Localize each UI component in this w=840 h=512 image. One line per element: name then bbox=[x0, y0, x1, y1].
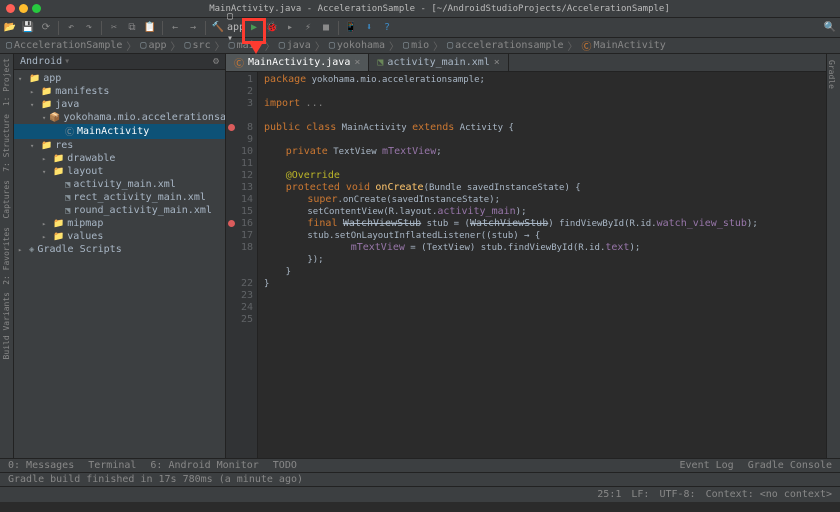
sdk-icon[interactable]: ⬇ bbox=[363, 22, 375, 34]
tool-messages[interactable]: 0: Messages bbox=[8, 460, 74, 471]
paste-icon[interactable]: 📋 bbox=[144, 22, 156, 34]
build-status: Gradle build finished in 17s 780ms (a mi… bbox=[8, 474, 303, 485]
make-icon[interactable]: 🔨 bbox=[212, 22, 224, 34]
help-icon[interactable]: ? bbox=[381, 22, 393, 34]
tree-item[interactable]: ▸📁mipmap bbox=[14, 217, 225, 230]
tree-item[interactable]: ▾📁app bbox=[14, 72, 225, 85]
context[interactable]: Context: <no context> bbox=[706, 489, 832, 500]
breadcrumb-item[interactable]: ▢java bbox=[279, 40, 311, 51]
breadcrumb-item[interactable]: ▢yokohama bbox=[329, 40, 385, 51]
open-icon[interactable]: 📂 bbox=[4, 22, 16, 34]
message-bar: Gradle build finished in 17s 780ms (a mi… bbox=[0, 472, 840, 486]
breadcrumb-item[interactable]: ▢AccelerationSample bbox=[6, 40, 122, 51]
caret-position[interactable]: 25:1 bbox=[597, 489, 621, 500]
breadcrumb-item[interactable]: ▢app bbox=[140, 40, 166, 51]
tree-item[interactable]: ▸📁manifests bbox=[14, 85, 225, 98]
config-select[interactable]: ▢ app ▾ bbox=[230, 22, 242, 34]
run-button[interactable]: ▶ bbox=[248, 22, 260, 34]
minimize-window[interactable] bbox=[19, 4, 28, 13]
copy-icon[interactable]: ⧉ bbox=[126, 22, 138, 34]
tree-item[interactable]: ⬔rect_activity_main.xml bbox=[14, 191, 225, 204]
tree-item[interactable]: ▸◈Gradle Scripts bbox=[14, 243, 225, 256]
cut-icon[interactable]: ✂ bbox=[108, 22, 120, 34]
breadcrumb-item[interactable]: ▢src bbox=[185, 40, 211, 51]
forward-icon[interactable]: → bbox=[187, 22, 199, 34]
window-title: MainActivity.java - AccelerationSample -… bbox=[45, 4, 834, 14]
tool-gradle-console[interactable]: Gradle Console bbox=[748, 460, 832, 471]
stop-icon[interactable]: ■ bbox=[320, 22, 332, 34]
undo-icon[interactable]: ↶ bbox=[65, 22, 77, 34]
code-area[interactable]: package yokohama.mio.accelerationsample;… bbox=[258, 72, 826, 458]
bottom-toolbar: 0: Messages Terminal 6: Android Monitor … bbox=[0, 458, 840, 472]
tool-terminal[interactable]: Terminal bbox=[88, 460, 136, 471]
highlight-arrow bbox=[250, 44, 262, 54]
zoom-window[interactable] bbox=[32, 4, 41, 13]
rail-structure[interactable]: 7: Structure bbox=[2, 114, 11, 172]
titlebar: MainActivity.java - AccelerationSample -… bbox=[0, 0, 840, 18]
tree-item[interactable]: ▸📁drawable bbox=[14, 152, 225, 165]
debug-icon[interactable]: 🐞 bbox=[266, 22, 278, 34]
tab-mainactivity[interactable]: ⒸMainActivity.java× bbox=[226, 54, 369, 71]
editor: ⒸMainActivity.java× ⬔activity_main.xml× … bbox=[226, 54, 826, 458]
tree-item[interactable]: ⒸMainActivity bbox=[14, 124, 225, 139]
rail-gradle[interactable]: Gradle bbox=[827, 54, 836, 89]
breadcrumb: ▢AccelerationSample〉 ▢app〉 ▢src〉 ▢main〉 … bbox=[0, 38, 840, 54]
right-rail: Gradle bbox=[826, 54, 840, 458]
project-tree: ▾📁app▸📁manifests▾📁java▾📦yokohama.mio.acc… bbox=[14, 70, 225, 458]
avd-icon[interactable]: 📱 bbox=[345, 22, 357, 34]
breadcrumb-item[interactable]: ⒸMainActivity bbox=[582, 38, 666, 53]
project-panel: Android ▾ ⚙ ▾📁app▸📁manifests▾📁java▾📦yoko… bbox=[14, 54, 226, 458]
close-window[interactable] bbox=[6, 4, 15, 13]
tree-item[interactable]: ▾📁res bbox=[14, 139, 225, 152]
search-icon[interactable]: 🔍 bbox=[824, 22, 836, 34]
tool-todo[interactable]: TODO bbox=[273, 460, 297, 471]
sync-icon[interactable]: ⟳ bbox=[40, 22, 52, 34]
tree-item[interactable]: ⬔activity_main.xml bbox=[14, 178, 225, 191]
tree-item[interactable]: ▾📁layout bbox=[14, 165, 225, 178]
left-rail: 1: Project 7: Structure Captures 2: Favo… bbox=[0, 54, 14, 458]
highlight-annotation bbox=[242, 18, 266, 44]
line-separator[interactable]: LF: bbox=[631, 489, 649, 500]
back-icon[interactable]: ← bbox=[169, 22, 181, 34]
tree-item[interactable]: ▾📦yokohama.mio.accelerationsample bbox=[14, 111, 225, 124]
rail-favorites[interactable]: 2: Favorites bbox=[2, 227, 11, 285]
redo-icon[interactable]: ↷ bbox=[83, 22, 95, 34]
tool-android-monitor[interactable]: 6: Android Monitor bbox=[150, 460, 258, 471]
breadcrumb-item[interactable]: ▢accelerationsample bbox=[447, 40, 563, 51]
rail-project[interactable]: 1: Project bbox=[2, 58, 11, 106]
tab-activity-main-xml[interactable]: ⬔activity_main.xml× bbox=[369, 54, 508, 71]
gutter[interactable]: 1238910111213141516171822232425 bbox=[226, 72, 258, 458]
save-icon[interactable]: 💾 bbox=[22, 22, 34, 34]
project-view-select[interactable]: Android bbox=[20, 56, 62, 67]
gear-icon[interactable]: ⚙ bbox=[213, 56, 219, 67]
rail-build-variants[interactable]: Build Variants bbox=[2, 292, 11, 359]
editor-tabs: ⒸMainActivity.java× ⬔activity_main.xml× bbox=[226, 54, 826, 72]
tree-item[interactable]: ▾📁java bbox=[14, 98, 225, 111]
encoding[interactable]: UTF-8: bbox=[659, 489, 695, 500]
project-panel-header[interactable]: Android ▾ ⚙ bbox=[14, 54, 225, 70]
tree-item[interactable]: ⬔round_activity_main.xml bbox=[14, 204, 225, 217]
tool-event-log[interactable]: Event Log bbox=[680, 460, 734, 471]
breadcrumb-item[interactable]: ▢mio bbox=[403, 40, 429, 51]
rail-captures[interactable]: Captures bbox=[2, 180, 11, 219]
status-bar: 25:1 LF: UTF-8: Context: <no context> bbox=[0, 486, 840, 502]
main-toolbar: 📂 💾 ⟳ ↶ ↷ ✂ ⧉ 📋 ← → 🔨 ▢ app ▾ ▶ 🐞 ▸ ⚡ ■ … bbox=[0, 18, 840, 38]
profile-icon[interactable]: ▸ bbox=[284, 22, 296, 34]
attach-icon[interactable]: ⚡ bbox=[302, 22, 314, 34]
tree-item[interactable]: ▸📁values bbox=[14, 230, 225, 243]
